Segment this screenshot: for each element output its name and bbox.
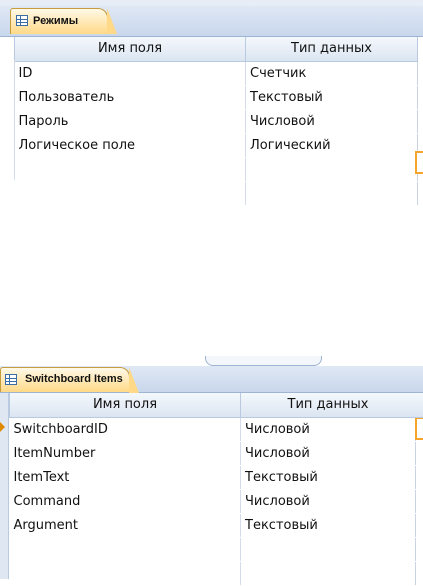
field-grid-regimes: Имя поля Тип данных ID Счетчик Пользоват…	[14, 37, 418, 206]
field-name-cell-empty[interactable]	[9, 537, 241, 562]
column-header-field-name[interactable]: Имя поля	[14, 37, 246, 62]
data-type-cell[interactable]: Текстовый	[245, 85, 418, 110]
data-type-cell[interactable]: Текстовый	[240, 465, 416, 490]
data-type-cell[interactable]: Числовой	[245, 109, 418, 134]
data-type-cell-empty[interactable]	[240, 561, 416, 586]
right-header-stub	[415, 393, 423, 418]
table-row[interactable]: Пользователь Текстовый	[14, 85, 418, 110]
data-type-cell[interactable]: Логический	[245, 133, 418, 158]
data-type-cell-empty[interactable]	[240, 537, 416, 562]
document-tab-bar: Режимы	[0, 6, 423, 37]
table-row[interactable]: Argument Текстовый	[9, 513, 416, 538]
table-row-empty[interactable]	[14, 181, 418, 206]
grid-header-row: Имя поля Тип данных	[14, 37, 418, 62]
data-type-cell-empty[interactable]	[245, 181, 418, 206]
column-header-field-name[interactable]: Имя поля	[9, 393, 241, 418]
field-name-cell[interactable]: SwitchboardID	[9, 417, 241, 442]
field-name-cell[interactable]: Command	[9, 489, 241, 514]
table-design-panel-regimes: Режимы Имя поля Тип данных ID Счетчик По…	[0, 0, 423, 206]
field-name-cell[interactable]: Пользователь	[14, 85, 246, 110]
field-name-cell[interactable]: ItemText	[9, 465, 241, 490]
description-column-focus-box[interactable]	[415, 417, 423, 440]
field-name-cell-empty[interactable]	[9, 561, 241, 586]
data-type-cell[interactable]: Счетчик	[245, 61, 418, 86]
table-row-empty[interactable]	[9, 561, 416, 586]
description-column-focus-box[interactable]	[415, 151, 423, 174]
data-type-cell[interactable]: Числовой	[240, 441, 416, 466]
field-name-cell[interactable]: Пароль	[14, 109, 246, 134]
tab-switchboard-items[interactable]: Switchboard Items	[0, 367, 139, 393]
table-row[interactable]: Command Числовой	[9, 489, 416, 514]
field-name-cell[interactable]: Argument	[9, 513, 241, 538]
grid-header-row: Имя поля Тип данных	[9, 393, 416, 418]
table-icon	[5, 374, 17, 385]
column-header-data-type[interactable]: Тип данных	[245, 37, 418, 62]
table-row[interactable]: ID Счетчик	[14, 61, 418, 86]
field-name-cell-empty[interactable]	[14, 157, 246, 182]
table-row[interactable]: ItemText Текстовый	[9, 465, 416, 490]
column-header-data-type[interactable]: Тип данных	[240, 393, 416, 418]
row-selector-column[interactable]	[0, 393, 9, 579]
table-icon	[16, 15, 28, 26]
tab-regimes[interactable]: Режимы	[10, 8, 117, 34]
row-selector-column[interactable]	[0, 60, 15, 180]
table-row[interactable]: ItemNumber Числовой	[9, 441, 416, 466]
table-row[interactable]: Логическое поле Логический	[14, 133, 418, 158]
table-row[interactable]: Пароль Числовой	[14, 109, 418, 134]
field-name-cell[interactable]: Логическое поле	[14, 133, 246, 158]
field-name-cell[interactable]: ItemNumber	[9, 441, 241, 466]
table-row-empty[interactable]	[14, 157, 418, 182]
table-design-panel-switchboard-items: Switchboard Items Имя поля Тип данных Sw…	[0, 366, 423, 586]
data-type-cell[interactable]: Текстовый	[240, 513, 416, 538]
tab-label: Switchboard Items	[25, 373, 123, 385]
field-grid-switchboard-items: Имя поля Тип данных SwitchboardID Числов…	[9, 393, 416, 586]
data-type-cell-empty[interactable]	[245, 157, 418, 182]
tab-label: Режимы	[33, 15, 79, 27]
table-row[interactable]: SwitchboardID Числовой	[9, 417, 416, 442]
data-type-cell[interactable]: Числовой	[240, 489, 416, 514]
table-row-empty[interactable]	[9, 537, 416, 562]
field-name-cell-empty[interactable]	[14, 181, 246, 206]
document-tab-bar: Switchboard Items	[0, 366, 423, 393]
splitter-handle[interactable]	[205, 356, 322, 366]
data-type-cell[interactable]: Числовой	[240, 417, 416, 442]
field-name-cell[interactable]: ID	[14, 61, 246, 86]
row-selector-arrow-icon	[0, 422, 5, 432]
